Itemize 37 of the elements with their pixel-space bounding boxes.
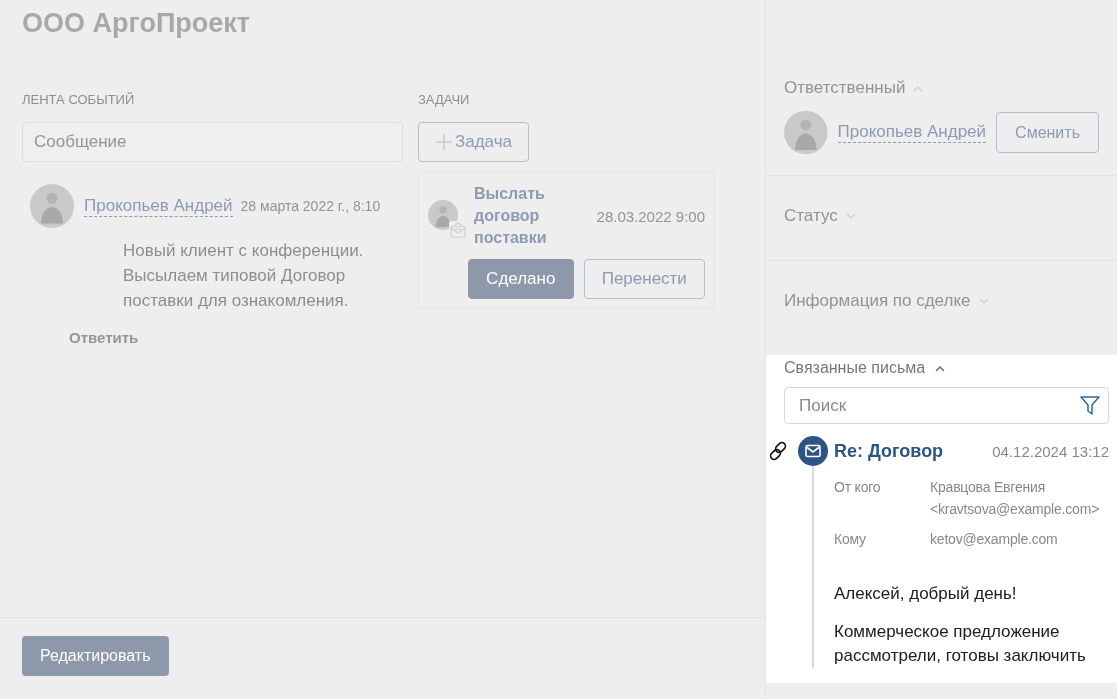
change-button[interactable]: Сменить — [996, 112, 1099, 153]
field-label: Кому — [834, 530, 867, 549]
field-value: Кравцова Евгения <kravtsova@example.com> — [930, 478, 1101, 519]
section-heading: ЛЕНТА СОБЫТИЙ — [22, 92, 136, 109]
section-toggle[interactable]: Информация по сделке — [784, 291, 989, 311]
task-title[interactable]: Выслать договор поставки — [474, 183, 574, 249]
message-field[interactable]: Сообщение — [22, 122, 403, 162]
event-time: 28 марта 2022 г., 8:10 — [240, 198, 381, 214]
field-value: ketov@example.com — [930, 530, 1059, 549]
plus-icon — [434, 133, 453, 151]
reply-link[interactable]: Ответить — [30, 329, 395, 346]
envelope-icon — [798, 436, 828, 466]
done-button[interactable]: Сделано — [468, 259, 574, 299]
letter-date: 04.12.2024 13:12 — [992, 442, 1109, 460]
link-icon[interactable] — [767, 440, 789, 462]
letter-text: Коммерческое предложение рассмотрели, готовы заключить — [834, 621, 1087, 667]
event-text: Новый клиент с конференции. Высылаем типовой Договор поставки для ознакомления. — [122, 240, 365, 312]
envelope-icon — [448, 220, 468, 240]
letter-subject[interactable]: Re: Договор — [834, 440, 944, 462]
letter-text: Алексей, добрый день! — [834, 583, 1018, 605]
task-due-time: 28.03.2022 9:00 — [596, 207, 705, 225]
section-toggle[interactable]: Ответственный — [784, 78, 924, 98]
filter-icon[interactable] — [1079, 394, 1101, 416]
author-link[interactable]: Прокопьев Андрей — [84, 196, 233, 217]
avatar-icon — [784, 110, 828, 155]
postpone-button[interactable]: Перенести — [583, 259, 705, 299]
search-field[interactable]: Поиск — [784, 387, 1109, 424]
field-label: От кого — [834, 478, 882, 497]
page-title: ООО АргоПроект — [22, 8, 252, 39]
responsible-link[interactable]: Прокопьев Андрей — [837, 122, 987, 143]
section-toggle[interactable]: Связанные письма — [784, 359, 1109, 377]
avatar-icon — [428, 200, 458, 230]
section-toggle[interactable]: Статус — [784, 206, 856, 226]
avatar-icon — [30, 184, 74, 228]
add-task-button[interactable]: Задача — [418, 122, 529, 162]
section-heading: ЗАДАЧИ — [418, 92, 471, 109]
edit-button[interactable]: Редактировать — [22, 636, 169, 676]
